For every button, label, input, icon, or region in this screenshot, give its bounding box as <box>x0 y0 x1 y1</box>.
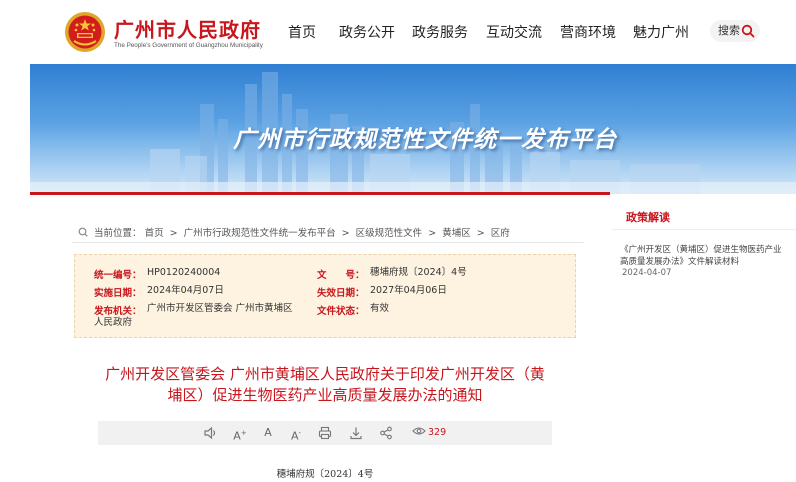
issuer-label: 发布机关： <box>94 306 142 317</box>
nav-charm-guangzhou[interactable]: 魅力广州 <box>633 22 689 42</box>
banner-title: 广州市行政规范性文件统一发布平台 <box>233 127 617 153</box>
document-title: 广州开发区管委会 广州市黄埔区人民政府关于印发广州开发区（黄 埔区）促进生物医药… <box>74 364 576 406</box>
breadcrumb-separator: > <box>341 228 350 239</box>
view-count-value: 329 <box>428 427 447 438</box>
font-increase-label: A <box>233 429 241 443</box>
search-icon <box>741 24 755 38</box>
nav-gov-affairs[interactable]: 政务公开 <box>339 22 395 42</box>
reading-toolbar: A+ A A- 329 <box>98 421 552 445</box>
breadcrumb-divider <box>72 242 584 243</box>
share-icon[interactable] <box>378 425 394 441</box>
document-number: 穗埔府规〔2024〕4号 <box>276 469 374 480</box>
search-button[interactable]: 搜索 <box>710 20 760 42</box>
breadcrumb-district-docs[interactable]: 区级规范性文件 <box>356 228 423 239</box>
breadcrumb-separator: > <box>428 228 437 239</box>
serial-label: 统一编号： <box>94 270 142 281</box>
breadcrumb-prefix: 当前位置： <box>94 228 142 239</box>
site-header: 广州市人民政府 The People's Government of Guang… <box>0 0 796 64</box>
status-value: 有效 <box>370 303 390 314</box>
site-subtitle: The People's Government of Guangzhou Mun… <box>114 42 263 49</box>
font-decrease-label: A <box>290 429 299 443</box>
document-title-line1: 广州开发区管委会 广州市黄埔区人民政府关于印发广州开发区（黄 <box>105 365 545 383</box>
eye-icon <box>412 427 426 435</box>
nav-home[interactable]: 首页 <box>288 22 316 42</box>
search-label: 搜索 <box>718 24 740 37</box>
impl-date-label: 实施日期： <box>94 288 142 299</box>
breadcrumb-platform[interactable]: 广州市行政规范性文件统一发布平台 <box>184 228 336 239</box>
issuer-value-line2: 人民政府 <box>94 317 133 328</box>
serial-value: HP0120240004 <box>147 267 221 278</box>
doc-number-label: 文 号： <box>317 270 365 281</box>
location-pin-icon <box>78 227 88 237</box>
national-emblem-icon[interactable] <box>64 11 106 53</box>
read-aloud-icon[interactable] <box>202 425 218 441</box>
doc-number-value: 穗埔府规〔2024〕4号 <box>370 267 467 278</box>
interpretation-date: 2024-04-07 <box>622 268 672 278</box>
download-icon[interactable] <box>348 425 364 441</box>
banner: 广州市行政规范性文件统一发布平台 <box>30 64 796 194</box>
print-icon[interactable] <box>317 425 333 441</box>
nav-gov-services[interactable]: 政务服务 <box>412 22 468 42</box>
expire-date-value: 2027年04月06日 <box>370 285 447 296</box>
breadcrumb-district-gov[interactable]: 区府 <box>491 228 510 239</box>
interpretation-link[interactable]: 《广州开发区（黄埔区）促进生物医药产业高质量发展办法》文件解读材料 <box>620 244 786 268</box>
font-default-button[interactable]: A <box>260 425 276 441</box>
document-info-box: 统一编号： HP0120240004 文 号： 穗埔府规〔2024〕4号 实施日… <box>74 254 576 338</box>
site-title[interactable]: 广州市人民政府 <box>114 14 261 43</box>
font-increase-button[interactable]: A+ <box>232 425 248 443</box>
impl-date-value: 2024年04月07日 <box>147 285 224 296</box>
breadcrumb-home[interactable]: 首页 <box>145 228 164 239</box>
issuer-value-line1: 广州市开发区管委会 广州市黄埔区 <box>147 303 293 314</box>
breadcrumb-huangpu[interactable]: 黄埔区 <box>442 228 471 239</box>
policy-interpretation-title: 政策解读 <box>626 211 670 224</box>
font-decrease-button[interactable]: A- <box>288 425 304 443</box>
nav-interaction[interactable]: 互动交流 <box>486 22 542 42</box>
breadcrumb-separator: > <box>476 228 485 239</box>
status-label: 文件状态： <box>317 306 365 317</box>
nav-business-env[interactable]: 营商环境 <box>560 22 616 42</box>
document-title-line2: 埔区）促进生物医药产业高质量发展办法的通知 <box>167 386 483 404</box>
sidebar-divider <box>612 229 796 230</box>
expire-date-label: 失效日期： <box>317 288 365 299</box>
breadcrumb: 当前位置： 首页 > 广州市行政规范性文件统一发布平台 > 区级规范性文件 > … <box>78 225 510 239</box>
breadcrumb-separator: > <box>169 228 178 239</box>
view-count: 329 <box>412 426 446 438</box>
banner-accent-line <box>30 192 610 195</box>
